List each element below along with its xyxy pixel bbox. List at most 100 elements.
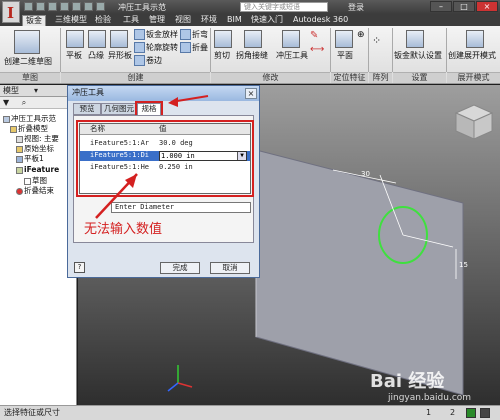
flat-pattern-icon[interactable] <box>466 30 484 48</box>
lofted-flange-button[interactable]: 钣金放样 <box>134 29 178 40</box>
open-icon[interactable] <box>36 2 45 11</box>
tab-manage[interactable]: 管理 <box>146 15 168 26</box>
ribbon-separator <box>60 28 61 72</box>
axis-x <box>177 382 193 388</box>
hem-button[interactable]: 卷边 <box>134 55 162 66</box>
contour-roll-button[interactable]: 轮廓旋转 <box>134 42 178 53</box>
tree-item-ifeature[interactable]: iFeature <box>16 165 59 174</box>
tree-item-label: 平板1 <box>24 154 44 163</box>
tree-item-label: 折叠结束 <box>24 186 54 195</box>
flange-button[interactable]: 凸缘 <box>88 50 104 61</box>
face-icon[interactable] <box>66 30 84 48</box>
param-value[interactable]: 30.0 deg <box>159 139 193 148</box>
table-row-selected[interactable]: iFeature5:1:Di 1.000 in ▼ <box>80 151 250 161</box>
login-link[interactable]: 登录 <box>348 2 364 13</box>
status-indicator-icon <box>480 408 490 418</box>
tree-item-label: 草图 <box>32 176 47 185</box>
material-icon[interactable] <box>96 2 105 11</box>
dialog-close-button[interactable]: × <box>245 88 257 99</box>
hem-label: 卷边 <box>146 56 162 65</box>
search-input[interactable]: 键入关键字或短语 <box>240 2 328 12</box>
param-value-text: 1.000 in <box>161 152 195 160</box>
contour-flange-icon[interactable] <box>110 30 128 48</box>
tab-preview[interactable]: 预览 <box>73 103 101 115</box>
new-icon[interactable] <box>24 2 33 11</box>
sheet-metal-defaults-button[interactable]: 钣金默认设置 <box>394 50 442 61</box>
create-sketch-icon[interactable] <box>14 30 40 54</box>
column-header-value: 值 <box>159 124 167 133</box>
lofted-flange-label: 钣金放样 <box>146 30 178 39</box>
ribbon-separator <box>210 28 211 72</box>
table-row[interactable]: iFeature5:1:He 0.250 in <box>80 163 250 173</box>
axis-z <box>167 382 179 392</box>
table-header: 名称 值 <box>80 124 250 135</box>
chevron-down-icon[interactable]: ▾ <box>34 85 38 97</box>
cut-button[interactable]: 剪切 <box>214 50 230 61</box>
contour-flange-button[interactable]: 异形板 <box>108 50 132 61</box>
select-icon[interactable] <box>84 2 93 11</box>
group-label-work-features: 定位特征 <box>331 72 368 83</box>
tab-getting-started[interactable]: 快速入门 <box>248 15 286 26</box>
corner-seam-icon[interactable] <box>244 30 262 48</box>
tab-view[interactable]: 视图 <box>172 15 194 26</box>
create-sketch-button[interactable]: 创建二维草图 <box>4 56 52 67</box>
tree-item-label: 折叠模型 <box>18 124 48 133</box>
browser-title: 模型 <box>3 86 19 95</box>
cut-icon[interactable] <box>214 30 232 48</box>
cancel-button[interactable]: 取消 <box>210 262 250 274</box>
column-header-name: 名称 <box>90 124 105 133</box>
status-count-2: 2 <box>450 408 456 417</box>
model-browser: 模型 ▾ ▼ ⌕ 冲压工具示范 折叠模型 视图: 主要 原始坐标 平板1 iFe… <box>0 85 77 405</box>
group-label-pattern: 阵列 <box>369 72 392 83</box>
help-button[interactable]: ? <box>74 262 85 273</box>
ribbon-separator <box>446 28 447 72</box>
inventor-logo-button[interactable]: I <box>2 1 20 23</box>
filter-icon[interactable]: ▼ <box>3 98 9 107</box>
tree-item-end-of-folded[interactable]: 折叠结束 <box>16 185 54 196</box>
save-icon[interactable] <box>48 2 57 11</box>
table-row[interactable]: iFeature5:1:Ar 30.0 deg <box>80 139 250 149</box>
tab-inspect[interactable]: 检验 <box>92 15 114 26</box>
create-flat-pattern-button[interactable]: 创建展开模式 <box>448 50 496 61</box>
tab-autodesk-360[interactable]: Autodesk 360 <box>290 15 351 26</box>
plane-button[interactable]: 平面 <box>337 50 353 61</box>
corner-seam-button[interactable]: 拐角接缝 <box>236 50 268 61</box>
find-icon[interactable]: ⌕ <box>22 98 26 107</box>
chevron-down-icon[interactable]: ▼ <box>237 152 246 160</box>
param-name: iFeature5:1:Di <box>90 151 150 159</box>
group-label-create: 创建 <box>61 72 210 83</box>
maximize-button[interactable]: □ <box>453 1 475 12</box>
punch-tool-icon[interactable] <box>282 30 300 48</box>
close-button[interactable]: × <box>476 1 498 12</box>
bend-button[interactable]: 折弯 <box>180 29 208 40</box>
fold-button[interactable]: 折叠 <box>180 42 208 53</box>
face-button[interactable]: 平板 <box>66 50 82 61</box>
tree-item-face[interactable]: 平板1 <box>16 153 44 164</box>
redo-icon[interactable] <box>72 2 81 11</box>
pattern-icon[interactable]: ⁘ <box>372 34 381 47</box>
plane-icon[interactable] <box>335 30 353 48</box>
tree-item-label: iFeature <box>24 165 60 174</box>
punch-tool-button[interactable]: 冲压工具 <box>276 50 308 61</box>
tab-tools[interactable]: 工具 <box>120 15 142 26</box>
mirror-icon[interactable]: ⟷ <box>310 44 324 55</box>
tab-sheet-metal[interactable]: 钣金 <box>22 15 46 26</box>
axis-icon[interactable]: ⊕ <box>357 30 365 40</box>
dimension-text-side[interactable]: 15 <box>459 261 468 269</box>
flange-icon[interactable] <box>88 30 106 48</box>
tree-item-label: 冲压工具示范 <box>11 114 56 123</box>
param-value[interactable]: 0.250 in <box>159 163 193 172</box>
dimension-text-top[interactable]: 30 <box>361 170 370 178</box>
tab-environment[interactable]: 环境 <box>198 15 220 26</box>
pencil-icon[interactable]: ✎ <box>310 30 318 41</box>
parameter-description: Enter Diameter <box>111 202 251 213</box>
tab-3d-model[interactable]: 三维模型 <box>52 15 90 26</box>
tab-geometry[interactable]: 几何图元 <box>101 103 137 115</box>
param-value-input[interactable]: 1.000 in ▼ <box>159 151 247 161</box>
sheet-metal-defaults-icon[interactable] <box>406 30 424 48</box>
tab-bim[interactable]: BIM <box>224 15 245 26</box>
minimize-button[interactable]: – <box>430 1 452 12</box>
title-bar: I 冲压工具示范 键入关键字或短语 登录 – □ × <box>0 0 500 23</box>
finish-button[interactable]: 完成 <box>160 262 200 274</box>
undo-icon[interactable] <box>60 2 69 11</box>
